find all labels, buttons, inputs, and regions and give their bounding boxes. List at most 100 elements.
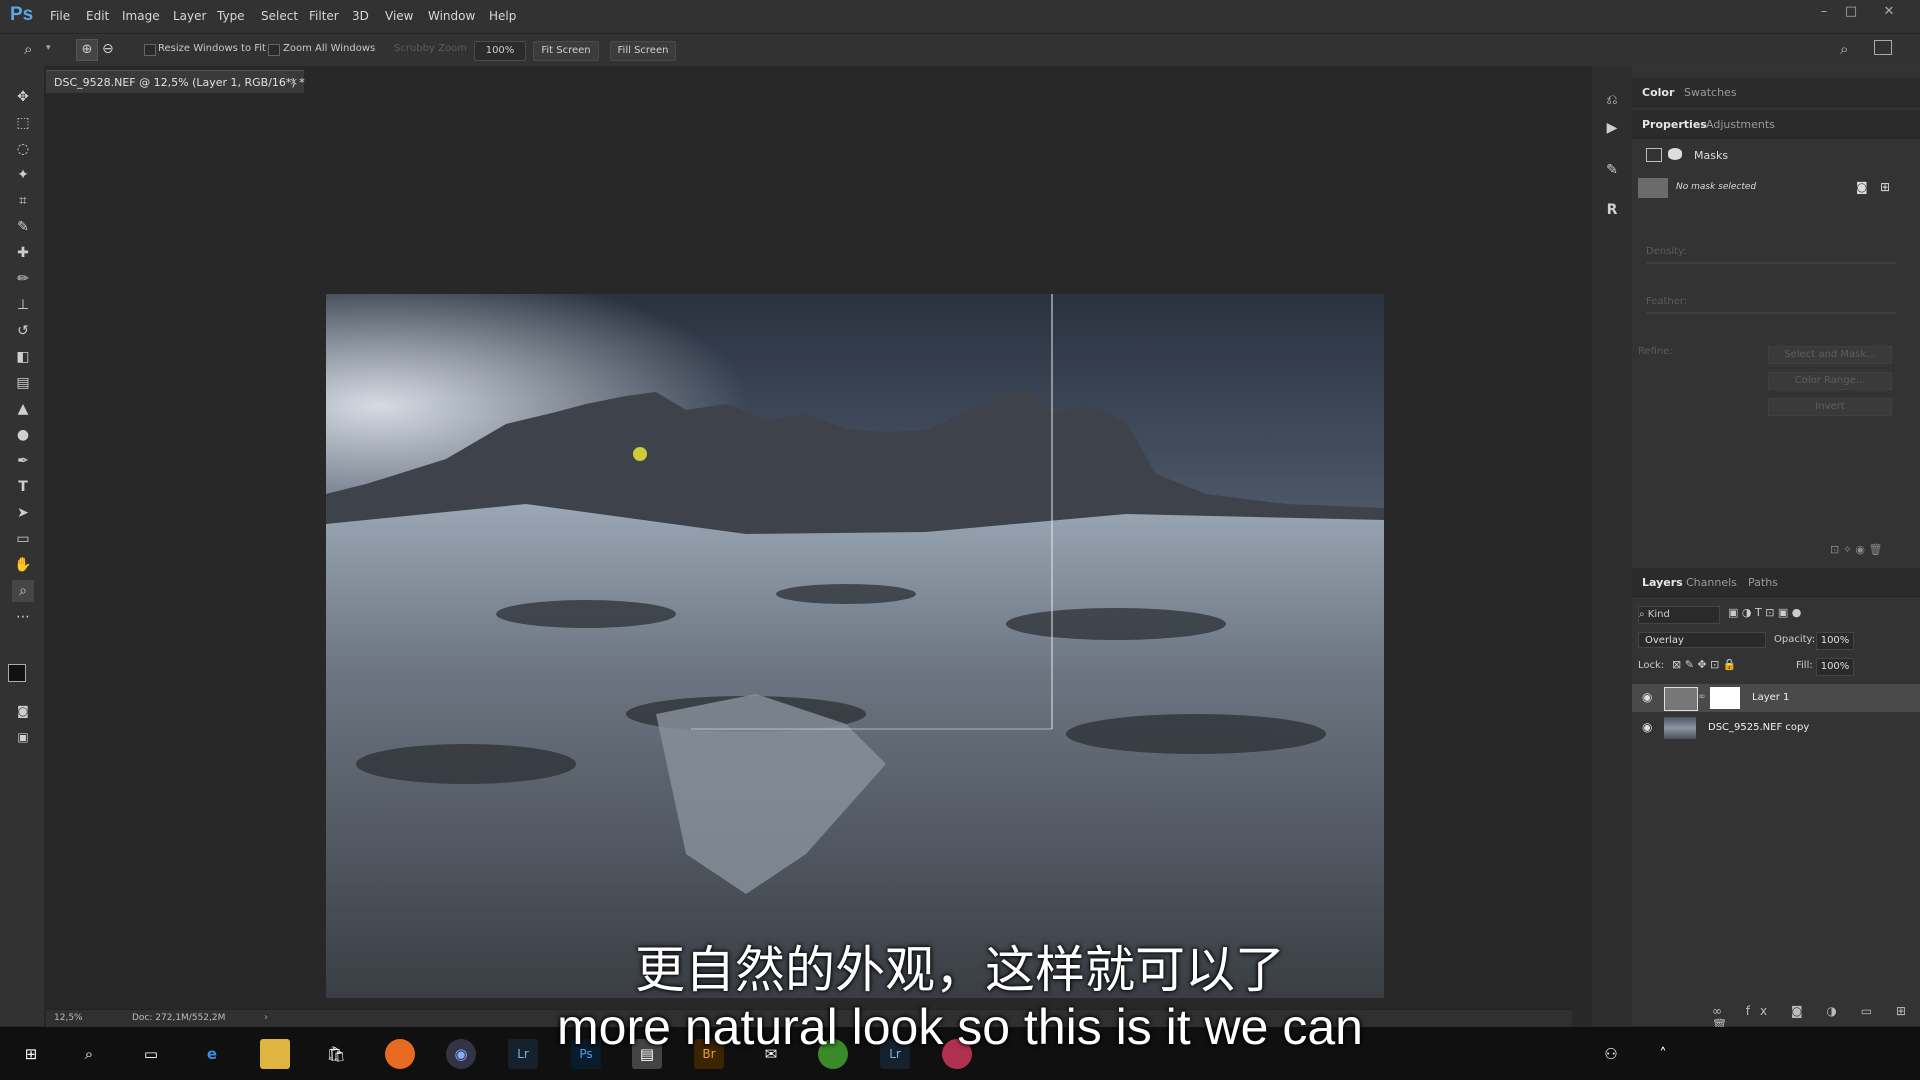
layer-row[interactable]: ◉ ∞ Layer 1 <box>1632 684 1920 712</box>
crop-tool-icon[interactable]: ⌗ <box>12 190 34 212</box>
fit-screen-button[interactable]: Fit Screen <box>533 41 599 61</box>
menu-bar: Ps File Edit Image Layer Type Select Fil… <box>0 0 1920 33</box>
rectangle-tool-icon[interactable]: ▭ <box>12 528 34 550</box>
menu-view[interactable]: View <box>385 9 413 23</box>
add-mask-icon[interactable]: ◙ <box>1856 180 1868 194</box>
search-icon[interactable]: ⌕ <box>1840 40 1848 58</box>
eye-icon[interactable]: ◉ <box>1642 720 1652 734</box>
panel-icon-strip: ⎌ ▶ ✎ R <box>1591 66 1632 1026</box>
blur-tool-icon[interactable]: ▲ <box>12 398 34 420</box>
lock-icons[interactable]: ⊠ ✎ ✥ ⊡ 🔒 <box>1672 658 1737 671</box>
tab-properties[interactable]: Properties <box>1642 118 1707 131</box>
layers-panel-tabs: Layers Channels Paths <box>1632 568 1920 597</box>
density-label: Density: <box>1646 246 1687 257</box>
history-panel-icon[interactable]: ⎌ <box>1600 88 1624 112</box>
layer-filter-kind[interactable]: ⌕ Kind <box>1638 606 1720 624</box>
fill-field[interactable]: 100% <box>1816 658 1854 676</box>
fill-screen-button[interactable]: Fill Screen <box>610 41 676 61</box>
blend-mode-select[interactable]: Overlay <box>1638 632 1766 648</box>
color-range-button[interactable]: Color Range... <box>1768 372 1892 390</box>
select-and-mask-button[interactable]: Select and Mask... <box>1768 346 1892 364</box>
resize-windows-checkbox[interactable] <box>144 44 156 56</box>
tab-layers[interactable]: Layers <box>1642 576 1683 589</box>
menu-image[interactable]: Image <box>122 9 160 23</box>
pixel-mask-icon[interactable] <box>1646 148 1662 162</box>
feather-label: Feather: <box>1646 296 1688 307</box>
workspace-icon[interactable] <box>1874 40 1892 55</box>
menu-layer[interactable]: Layer <box>173 9 206 23</box>
tab-paths[interactable]: Paths <box>1748 576 1778 589</box>
document-image[interactable] <box>326 294 1384 998</box>
eraser-tool-icon[interactable]: ◧ <box>12 346 34 368</box>
feather-slider[interactable] <box>1646 312 1896 314</box>
menu-edit[interactable]: Edit <box>86 9 109 23</box>
screen-mode-icon[interactable]: ▣ <box>12 726 34 748</box>
properties-footer-icons[interactable]: ⊡ ✧ ◉ 🗑 <box>1830 543 1883 556</box>
zoom-all-checkbox[interactable] <box>268 44 280 56</box>
menu-select[interactable]: Select <box>261 9 298 23</box>
dodge-tool-icon[interactable]: ● <box>12 424 34 446</box>
menu-window[interactable]: Window <box>428 9 475 23</box>
move-tool-icon[interactable]: ✥ <box>12 86 34 108</box>
magic-wand-icon[interactable]: ✦ <box>12 164 34 186</box>
hand-tool-icon[interactable]: ✋ <box>12 554 34 576</box>
zoom-tool-icon[interactable]: ⌕ <box>24 40 32 58</box>
healing-brush-icon[interactable]: ✚ <box>12 242 34 264</box>
close-tab-icon[interactable]: × <box>289 75 298 88</box>
tab-swatches[interactable]: Swatches <box>1684 86 1737 99</box>
close-icon[interactable]: ✕ <box>1878 4 1900 22</box>
layer-mask-thumbnail[interactable] <box>1710 687 1740 709</box>
marquee-tool-icon[interactable]: ⬚ <box>12 112 34 134</box>
density-slider[interactable] <box>1646 262 1896 264</box>
photoshop-logo: Ps <box>10 4 34 25</box>
menu-filter[interactable]: Filter <box>309 9 339 23</box>
layer-row[interactable]: ◉ DSC_9525.NEF copy <box>1632 714 1920 742</box>
opacity-field[interactable]: 100% <box>1816 632 1854 650</box>
tab-color[interactable]: Color <box>1642 86 1674 99</box>
subtitle-chinese: 更自然的外观，这样就可以了 <box>635 941 1285 999</box>
foreground-color-swatch[interactable] <box>8 664 26 682</box>
history-brush-icon[interactable]: ↺ <box>12 320 34 342</box>
quick-mask-icon[interactable]: ◙ <box>12 700 34 722</box>
vector-mask-add-icon[interactable]: ⊞ <box>1880 180 1890 194</box>
plugin-r-icon[interactable]: R <box>1600 198 1624 222</box>
pen-tool-icon[interactable]: ✒ <box>12 450 34 472</box>
lasso-tool-icon[interactable]: ◌ <box>12 138 34 160</box>
chevron-down-icon[interactable]: ▾ <box>46 43 51 53</box>
layer-name[interactable]: DSC_9525.NEF copy <box>1708 722 1809 733</box>
zoom-out-icon[interactable]: ⊖ <box>102 39 114 59</box>
properties-panel-tabs: Properties Adjustments <box>1632 110 1920 139</box>
maximize-icon[interactable]: □ <box>1840 4 1862 22</box>
brush-tool-icon[interactable]: ✏ <box>12 268 34 290</box>
more-tools-icon[interactable]: ⋯ <box>12 606 34 628</box>
zoom-percent-field[interactable]: 100% <box>474 41 526 61</box>
actions-play-icon[interactable]: ▶ <box>1600 116 1624 140</box>
layer-filter-icons[interactable]: ▣ ◑ T ⊡ ▣ ● <box>1728 606 1801 619</box>
link-icon[interactable]: ∞ <box>1698 692 1706 702</box>
menu-type[interactable]: Type <box>217 9 245 23</box>
type-tool-icon[interactable]: T <box>12 476 34 498</box>
gradient-tool-icon[interactable]: ▤ <box>12 372 34 394</box>
invert-button[interactable]: Invert <box>1768 398 1892 416</box>
tab-adjustments[interactable]: Adjustments <box>1706 118 1775 131</box>
search-icon: ⌕ <box>1639 609 1648 620</box>
eyedropper-icon[interactable]: ✎ <box>12 216 34 238</box>
right-panels: Color Swatches Properties Adjustments Ma… <box>1632 66 1920 1032</box>
zoom-in-icon[interactable]: ⊕ <box>76 39 98 61</box>
path-selection-icon[interactable]: ➤ <box>12 502 34 524</box>
document-tab[interactable]: DSC_9528.NEF @ 12,5% (Layer 1, RGB/16*) … <box>46 70 305 93</box>
layer-name[interactable]: Layer 1 <box>1752 692 1789 703</box>
eye-icon[interactable]: ◉ <box>1642 690 1652 704</box>
menu-file[interactable]: File <box>50 9 70 23</box>
vector-mask-icon[interactable] <box>1668 148 1682 160</box>
menu-help[interactable]: Help <box>489 9 516 23</box>
brush-settings-icon[interactable]: ✎ <box>1600 158 1624 182</box>
tab-channels[interactable]: Channels <box>1686 576 1737 589</box>
minimize-icon[interactable]: – <box>1813 4 1835 22</box>
zoom-tool-icon[interactable]: ⌕ <box>12 580 34 602</box>
menu-3d[interactable]: 3D <box>352 9 369 23</box>
clone-stamp-icon[interactable]: ⊥ <box>12 294 34 316</box>
canvas-area[interactable] <box>46 94 1572 1009</box>
color-panel-tabs: Color Swatches <box>1632 78 1920 107</box>
scrubby-zoom-label[interactable]: Scrubby Zoom <box>394 43 467 54</box>
